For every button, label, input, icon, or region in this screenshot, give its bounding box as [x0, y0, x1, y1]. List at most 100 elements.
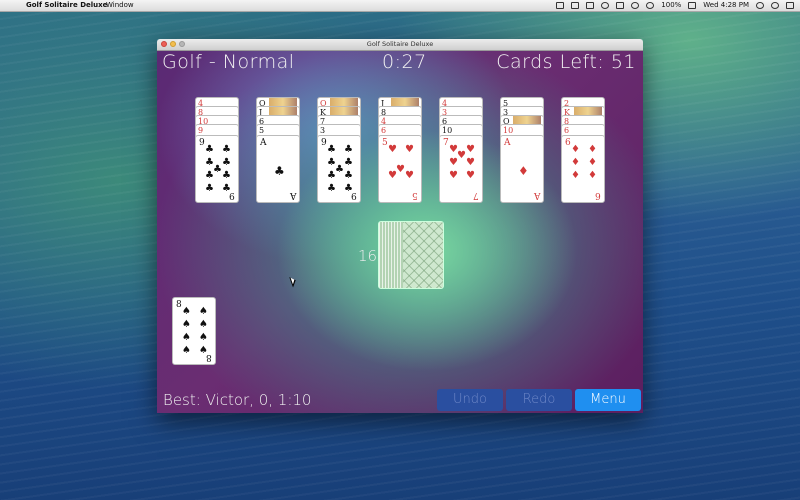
suit-pip-icon: ♥ [405, 144, 414, 155]
suit-pip-icon: ♣ [205, 183, 214, 194]
suit-pip-icon: ♥ [449, 170, 458, 181]
best-value: Victor, 0, 1:10 [205, 391, 312, 409]
suit-pip-icon: ♠ [182, 306, 191, 317]
card-rank: 5 [259, 126, 265, 135]
app-menu[interactable]: Golf Solitaire Deluxe [26, 0, 107, 11]
best-label: Best: [163, 391, 201, 409]
suit-pip-icon: ♠ [182, 319, 191, 330]
suit-pip-icon: ♠ [182, 345, 191, 356]
timer: 0:27 [382, 51, 427, 73]
suit-pip-icon: ♣ [222, 183, 231, 194]
window-menu[interactable]: Window [106, 0, 134, 11]
best-score: Best: Victor, 0, 1:10 [163, 391, 311, 409]
playable-card[interactable]: 9 9 ♣ ♣ ♣ ♣ ♣ ♣ ♣ ♣ ♣ [317, 135, 361, 203]
card-rank-inverted: 6 [595, 190, 601, 200]
suit-pip-icon: ♣ [344, 183, 353, 194]
menu-clock[interactable]: Wed 4:28 PM [703, 0, 749, 11]
card-rank: A [504, 138, 511, 148]
spotlight-search-icon[interactable] [771, 2, 779, 9]
game-mode-label: Golf - Normal [162, 51, 295, 73]
suit-pip-icon: ♣ [335, 164, 344, 175]
card-rank-inverted: 7 [473, 190, 479, 200]
redo-button[interactable]: Redo [506, 389, 572, 411]
battery-percent[interactable]: 100% [661, 0, 681, 11]
card-rank: 5 [382, 138, 388, 148]
card-rank: 3 [320, 126, 326, 135]
window-title: Golf Solitaire Deluxe [366, 40, 434, 48]
traffic-lights [161, 41, 185, 47]
suit-pip-icon: ♣ [222, 170, 231, 181]
suit-pip-icon: ♥ [457, 150, 466, 161]
notification-center-icon[interactable] [786, 2, 794, 9]
display-icon[interactable] [586, 2, 595, 9]
playable-card[interactable]: 9 9 ♣ ♣ ♣ ♣ ♣ ♣ ♣ ♣ ♣ [195, 135, 239, 203]
card-rank: 6 [564, 126, 570, 135]
card-rank: 9 [198, 126, 204, 135]
card-rank: 6 [565, 138, 571, 148]
battery-icon[interactable] [688, 2, 697, 9]
suit-pip-icon: ♥ [405, 170, 414, 181]
suit-pip-icon: ♥ [388, 144, 397, 155]
menu-bar: Golf Solitaire Deluxe Window 100% Wed 4:… [0, 0, 800, 12]
window-titlebar[interactable]: Golf Solitaire Deluxe [157, 39, 643, 51]
wifi-icon[interactable] [631, 2, 640, 9]
suit-pip-icon: ♣ [344, 144, 353, 155]
playable-card[interactable]: A A ♦ [500, 135, 544, 203]
suit-pip-icon: ♣ [344, 170, 353, 181]
card-rank: 9 [199, 138, 205, 148]
suit-pip-icon: ♣ [327, 183, 336, 194]
suit-pip-icon: ♠ [182, 332, 191, 343]
cards-left-label: Cards Left: [496, 51, 605, 73]
airplay-icon[interactable] [571, 2, 580, 9]
suit-pip-icon: ♣ [274, 164, 285, 178]
suit-pip-icon: ♠ [199, 306, 208, 317]
suit-pip-icon: ♥ [466, 170, 475, 181]
suit-pip-icon: ♥ [466, 157, 475, 168]
suit-pip-icon: ♣ [327, 144, 336, 155]
card-rank: 10 [442, 126, 453, 135]
card-rank: A [260, 138, 267, 148]
card-back [403, 222, 443, 288]
suit-pip-icon: ♣ [222, 157, 231, 168]
card-rank-inverted: A [289, 190, 297, 200]
undo-button[interactable]: Undo [437, 389, 503, 411]
playable-card[interactable]: 6 6 ♦ ♦ ♦ ♦ ♦ ♦ [561, 135, 605, 203]
zoom-button[interactable] [179, 41, 185, 47]
game-window: Golf Solitaire Deluxe Golf - Normal 0:27… [157, 39, 643, 413]
suit-pip-icon: ♥ [396, 164, 405, 175]
waste-top-card[interactable]: 8 8 ♠ ♠ ♠ ♠ ♠ ♠ ♠ ♠ [172, 297, 216, 365]
suit-pip-icon: ♣ [222, 144, 231, 155]
cards-left-value: 51 [610, 51, 636, 73]
user-icon[interactable] [756, 2, 764, 9]
suit-pip-icon: ♣ [213, 164, 222, 175]
suit-pip-icon: ♠ [199, 319, 208, 330]
card-rank: 7 [443, 138, 449, 148]
playable-card[interactable]: 5 5 ♥ ♥ ♥ ♥ ♥ [378, 135, 422, 203]
bluetooth-icon[interactable] [616, 2, 625, 9]
stock-count: 16 [358, 247, 378, 265]
playable-card[interactable]: A A ♣ [256, 135, 300, 203]
suit-pip-icon: ♣ [344, 157, 353, 168]
suit-pip-icon: ♣ [205, 144, 214, 155]
stock-pile[interactable] [378, 221, 444, 289]
menu-button[interactable]: Menu [575, 389, 641, 411]
suit-pip-icon: ♦ [588, 170, 597, 181]
stock-card-edges [379, 222, 403, 288]
suit-pip-icon: ♦ [571, 157, 580, 168]
suit-pip-icon: ♦ [571, 170, 580, 181]
suit-pip-icon: ♦ [571, 144, 580, 155]
suit-pip-icon: ♠ [199, 345, 208, 356]
card-rank-inverted: 5 [412, 190, 418, 200]
suit-pip-icon: ♦ [588, 144, 597, 155]
suit-pip-icon: ♠ [199, 332, 208, 343]
card-rank: 6 [381, 126, 387, 135]
dropbox-icon[interactable] [556, 2, 565, 9]
game-table: Golf - Normal 0:27 Cards Left: 51 4 8 10 9 9… [157, 51, 643, 413]
status-items: 100% Wed 4:28 PM [556, 0, 794, 11]
volume-icon[interactable] [646, 2, 655, 9]
playable-card[interactable]: 7 7 ♥ ♥ ♥ ♥ ♥ ♥ ♥ [439, 135, 483, 203]
close-button[interactable] [161, 41, 167, 47]
suit-pip-icon: ♥ [466, 144, 475, 155]
time-machine-icon[interactable] [601, 2, 610, 9]
minimize-button[interactable] [170, 41, 176, 47]
